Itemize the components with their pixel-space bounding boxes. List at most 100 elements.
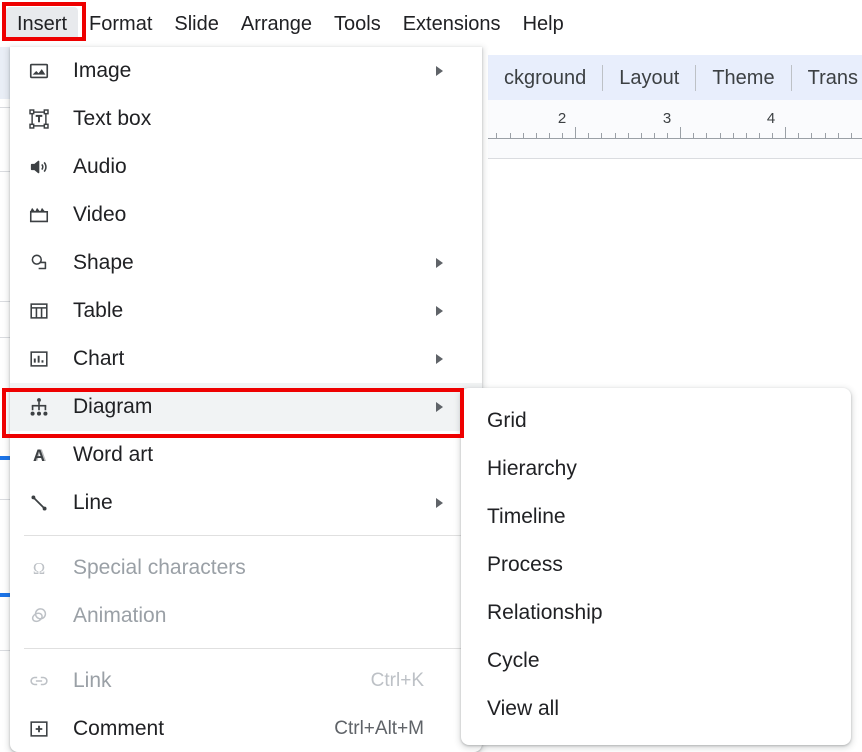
- horizontal-ruler: 234: [488, 100, 862, 158]
- chevron-right-icon: [436, 498, 443, 508]
- menu-separator: [24, 648, 468, 649]
- menu-item-shortcut: Ctrl+Alt+M: [334, 718, 424, 740]
- ruler-tick: [759, 133, 760, 139]
- menu-item-animation[interactable]: Animation: [10, 592, 482, 640]
- toolbar-button-ckground[interactable]: ckground: [488, 65, 602, 91]
- ruler-tick: [641, 133, 642, 139]
- menu-item-table[interactable]: Table: [10, 287, 482, 335]
- menu-item-video[interactable]: Video: [10, 191, 482, 239]
- image-icon: [28, 60, 62, 82]
- submenu-item-label: Process: [487, 552, 563, 578]
- submenu-item-process[interactable]: Process: [461, 541, 851, 589]
- chevron-right-icon: [436, 258, 443, 268]
- svg-text:A: A: [35, 447, 47, 465]
- menu-item-label: Line: [73, 490, 113, 516]
- svg-text:Ω: Ω: [33, 559, 45, 578]
- menubar-item-arrange[interactable]: Arrange: [230, 7, 323, 41]
- special-characters-icon: Ω: [28, 557, 62, 579]
- ruler-tick: [798, 133, 799, 139]
- menu-bar: InsertFormatSlideArrangeToolsExtensionsH…: [0, 0, 862, 47]
- ruler-tick: [549, 133, 550, 139]
- submenu-item-cycle[interactable]: Cycle: [461, 637, 851, 685]
- submenu-item-hierarchy[interactable]: Hierarchy: [461, 445, 851, 493]
- ruler-tick: [536, 133, 537, 139]
- menu-item-label: Link: [73, 668, 112, 694]
- ruler-tick: [523, 133, 524, 139]
- ruler-tick: [510, 133, 511, 139]
- slide-toolbar: ckgroundLayoutThemeTrans: [488, 55, 862, 100]
- menubar-item-help[interactable]: Help: [512, 7, 575, 41]
- menu-item-text-box[interactable]: Text box: [10, 95, 482, 143]
- ruler-label: 2: [558, 110, 566, 127]
- menu-item-diagram[interactable]: Diagram: [10, 383, 482, 431]
- menu-separator: [24, 535, 468, 536]
- menubar-item-tools[interactable]: Tools: [323, 7, 392, 41]
- ruler-tick: [811, 133, 812, 139]
- menu-item-line[interactable]: Line: [10, 479, 482, 527]
- menu-item-label: Animation: [73, 603, 166, 629]
- video-icon: [28, 204, 62, 226]
- menu-item-label: Image: [73, 58, 131, 84]
- ruler-tick: [628, 133, 629, 139]
- chevron-right-icon: [436, 306, 443, 316]
- ruler-tick: [693, 133, 694, 139]
- ruler-label: 4: [767, 110, 775, 127]
- ruler-tick: [733, 133, 734, 139]
- menu-item-label: Shape: [73, 250, 134, 276]
- menu-item-label: Text box: [73, 106, 151, 132]
- ruler-tick: [667, 133, 668, 139]
- menu-item-label: Chart: [73, 346, 124, 372]
- text-box-icon: [28, 108, 62, 130]
- word-art-icon: AA: [28, 444, 62, 466]
- menu-item-image[interactable]: Image: [10, 47, 482, 95]
- animation-icon: [28, 605, 62, 627]
- toolbar-button-trans[interactable]: Trans: [792, 65, 862, 91]
- menu-item-comment[interactable]: Comment Ctrl+Alt+M: [10, 705, 482, 752]
- menu-item-shape[interactable]: Shape: [10, 239, 482, 287]
- insert-dropdown-menu[interactable]: Image Text box Audio Video Shape Table Chart Di…: [10, 47, 482, 752]
- menu-item-label: Word art: [73, 442, 153, 468]
- comment-icon: [28, 718, 62, 740]
- menu-item-label: Table: [73, 298, 123, 324]
- line-icon: [28, 492, 62, 514]
- menu-item-chart[interactable]: Chart: [10, 335, 482, 383]
- menu-item-link[interactable]: LinkCtrl+K: [10, 657, 482, 705]
- menu-item-word-art[interactable]: AA Word art: [10, 431, 482, 479]
- submenu-item-label: Hierarchy: [487, 456, 577, 482]
- menubar-item-insert[interactable]: Insert: [6, 7, 78, 41]
- ruler-tick: [601, 133, 602, 139]
- submenu-item-grid[interactable]: Grid: [461, 397, 851, 445]
- menu-item-label: Video: [73, 202, 126, 228]
- menubar-item-extensions[interactable]: Extensions: [392, 7, 512, 41]
- toolbar-button-theme[interactable]: Theme: [696, 65, 790, 91]
- ruler-tick: [706, 133, 707, 139]
- ruler-tick: [720, 133, 721, 139]
- ruler-tick: [615, 133, 616, 139]
- ruler-tick: [588, 133, 589, 139]
- ruler-tick: [838, 133, 839, 139]
- menu-item-label: Special characters: [73, 555, 246, 581]
- chevron-right-icon: [436, 354, 443, 364]
- menu-item-audio[interactable]: Audio: [10, 143, 482, 191]
- audio-icon: [28, 156, 62, 178]
- toolbar-button-layout[interactable]: Layout: [603, 65, 695, 91]
- submenu-item-relationship[interactable]: Relationship: [461, 589, 851, 637]
- submenu-item-timeline[interactable]: Timeline: [461, 493, 851, 541]
- ruler-tick: [851, 133, 852, 139]
- submenu-item-label: View all: [487, 696, 559, 722]
- ruler-tick: [746, 133, 747, 139]
- diagram-submenu[interactable]: Grid Hierarchy Timeline Process Relationship…: [461, 388, 851, 745]
- menubar-item-slide[interactable]: Slide: [163, 7, 229, 41]
- ruler-tick: [680, 127, 681, 139]
- ruler-tick: [772, 133, 773, 139]
- chevron-right-icon: [436, 66, 443, 76]
- table-icon: [28, 300, 62, 322]
- menu-item-label: Diagram: [73, 394, 152, 420]
- submenu-item-label: Grid: [487, 408, 527, 434]
- menubar-item-format[interactable]: Format: [78, 7, 163, 41]
- submenu-item-view-all[interactable]: View all: [461, 685, 851, 733]
- menu-item-special-characters[interactable]: Ω Special characters: [10, 544, 482, 592]
- ruler-tick: [654, 133, 655, 139]
- menu-item-label: Comment: [73, 716, 164, 742]
- shape-icon: [28, 252, 62, 274]
